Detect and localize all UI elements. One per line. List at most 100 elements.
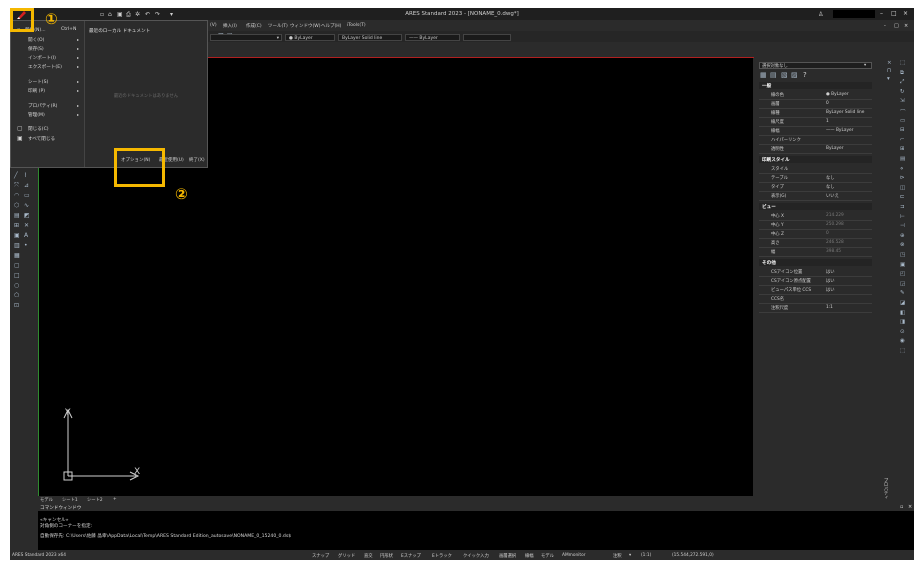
status-toggle[interactable]: Eトラック [432, 553, 452, 559]
selection-dropdown[interactable]: 選択対象なし ▾ [759, 62, 872, 69]
hatch-tool-icon[interactable]: ▤ [14, 212, 20, 219]
status-toggle[interactable]: (15.544,272.591,0) [672, 553, 714, 558]
match-tool-icon[interactable]: ✎ [900, 290, 905, 296]
group-tool-icon[interactable]: ◪ [900, 300, 905, 306]
status-toggle[interactable]: 直交 [364, 553, 373, 559]
property-row[interactable]: 幅 398.45 [759, 248, 872, 257]
pan-tool-icon[interactable]: ⬚ [900, 348, 905, 354]
property-row[interactable]: CCS名 [759, 295, 872, 304]
open-file-icon[interactable]: ⌂ [108, 11, 112, 18]
cloud-tool-icon[interactable]: ⬠ [14, 292, 19, 299]
file-menu-open[interactable]: 開く(O) [28, 37, 44, 43]
menu-create[interactable]: 作成(C) [246, 23, 262, 29]
lengthen-tool-icon[interactable]: ⊢ [900, 214, 905, 220]
file-menu-properties[interactable]: プロパティ(R) [28, 103, 57, 109]
property-row[interactable]: ビューパス単位 CCS はい [759, 286, 872, 295]
menu-window[interactable]: ウィンドウ(W) [290, 23, 320, 29]
filter-icon[interactable]: ▨ [791, 71, 798, 79]
rotate-tool-icon[interactable]: ↻ [900, 89, 905, 95]
rectangle-tool-icon[interactable]: ▭ [24, 192, 30, 199]
file-menu-manage[interactable]: 管理(M) [28, 112, 45, 118]
fillet-tool-icon[interactable]: ⌒ [900, 108, 906, 116]
property-section-header[interactable]: 印刷スタイル [759, 156, 872, 163]
textedit-tool-icon[interactable]: ◳ [900, 252, 905, 258]
status-toggle[interactable]: 画層選択 [499, 553, 516, 559]
measure-tool-icon[interactable]: ✕ [24, 222, 29, 229]
status-toggle[interactable]: 線幅 [525, 553, 534, 559]
polyline-tool-icon[interactable]: ⌇ [24, 172, 27, 179]
pin-icon[interactable]: ⊓ [887, 68, 891, 74]
pin-down-icon[interactable]: ▾ [887, 76, 890, 82]
line-tool-icon[interactable]: ╱ [14, 172, 18, 179]
transparency-dropdown[interactable] [463, 34, 511, 41]
menu-view[interactable]: (V) [210, 23, 217, 28]
scale-tool-icon[interactable]: ⇲ [900, 98, 905, 104]
color-dropdown[interactable]: ● ByLayer [285, 34, 335, 41]
quick-select-icon[interactable]: ▤ [770, 71, 777, 79]
help-icon[interactable]: ? [803, 71, 807, 79]
blockedit-tool-icon[interactable]: ◰ [900, 271, 905, 277]
float-icon[interactable]: ▫ [900, 504, 903, 510]
mirror-tool-icon[interactable]: ⤢ [900, 79, 904, 86]
qat-dropdown-icon[interactable]: ▾ [170, 11, 173, 18]
join-tool-icon[interactable]: ⊐ [900, 204, 905, 210]
orbit-tool-icon[interactable]: ⊙ [900, 329, 905, 335]
property-row[interactable]: 透明性 ByLayer [759, 145, 872, 154]
file-menu-export[interactable]: エクスポート(E) [28, 64, 62, 70]
property-row[interactable]: タイプ なし [759, 183, 872, 192]
property-row[interactable]: CSアイコン原点配置 はい [759, 277, 872, 286]
draworder-tool-icon[interactable]: ◨ [900, 319, 905, 325]
user-icon[interactable]: ♙ [818, 11, 823, 18]
construction-line-icon[interactable]: ⤧ [14, 182, 19, 190]
tab-sheet2[interactable]: シート2 [87, 497, 103, 503]
menu-itools[interactable]: iTools(T) [347, 23, 366, 28]
linetype-dropdown[interactable]: ByLayer Solid line [338, 34, 402, 41]
doc-minimize-button[interactable]: - [884, 23, 886, 29]
undo-icon[interactable]: ↶ [145, 11, 150, 18]
property-row[interactable]: 表示(G) いいえ [759, 192, 872, 201]
move-tool-icon[interactable]: ⊞ [900, 146, 905, 152]
menu-help[interactable]: ヘルプ(H) [321, 23, 341, 29]
tab-sheet1[interactable]: シート1 [62, 497, 78, 503]
file-menu-print[interactable]: 印刷 (P) [28, 88, 45, 94]
new-file-icon[interactable]: ▫ [100, 11, 104, 18]
region-tool-icon[interactable]: ▥ [14, 242, 20, 249]
spline-tool-icon[interactable]: ∿ [24, 202, 29, 209]
save-icon[interactable]: ▣ [117, 11, 123, 18]
close-icon[interactable]: × [908, 504, 912, 510]
point-tool-icon[interactable]: • [24, 242, 28, 249]
square-tool-icon[interactable]: □ [14, 272, 20, 279]
doc-maximize-button[interactable]: □ [894, 23, 899, 29]
property-row[interactable]: 中心 Z 0 [759, 230, 872, 239]
exit-button[interactable]: 終了(X) [189, 157, 205, 163]
block-tool-icon[interactable]: ▣ [14, 232, 20, 239]
property-row[interactable]: 中心 Y 250.298 [759, 221, 872, 230]
file-menu-import[interactable]: インポート(I) [28, 55, 56, 61]
status-toggle[interactable]: モデル [541, 553, 554, 559]
copy-tool-icon[interactable]: ⧉ [900, 70, 904, 77]
chamfer-tool-icon[interactable]: ⌐ [900, 137, 905, 143]
property-row[interactable]: 線尺度 1 [759, 118, 872, 127]
boundary-tool-icon[interactable]: ⊡ [14, 302, 19, 309]
doc-close-button[interactable]: × [904, 23, 908, 29]
gradient-tool-icon[interactable]: ◩ [24, 212, 30, 219]
property-section-header[interactable]: その他 [759, 259, 872, 266]
arc-tool-icon[interactable]: ◠ [14, 192, 19, 199]
wipeout-tool-icon[interactable]: ▢ [14, 262, 20, 269]
file-menu-save[interactable]: 保存(S) [28, 46, 44, 52]
array-tool-icon[interactable]: ⊟ [900, 127, 905, 133]
properties-side-tab[interactable]: プロパティ [882, 478, 888, 500]
table-tool-icon[interactable]: ⊞ [14, 222, 19, 229]
break-tool-icon[interactable]: ⊏ [900, 194, 905, 200]
add-tab-button[interactable]: + [113, 497, 117, 502]
status-toggle[interactable]: 注釈 [613, 553, 622, 559]
maximize-button[interactable]: □ [891, 10, 897, 17]
circle-tool-icon[interactable]: ○ [14, 282, 19, 289]
status-toggle[interactable]: Eスナップ [401, 553, 421, 559]
lineweight-dropdown[interactable]: —— ByLayer [405, 34, 460, 41]
property-row[interactable]: 中心 X 214.229 [759, 212, 872, 221]
toggle-pickadd-icon[interactable]: ▧ [781, 71, 788, 79]
image-tool-icon[interactable]: ▦ [14, 252, 20, 259]
property-row[interactable]: CSアイコン位置 はい [759, 268, 872, 277]
property-row[interactable]: 注釈尺度 1:1 [759, 304, 872, 313]
